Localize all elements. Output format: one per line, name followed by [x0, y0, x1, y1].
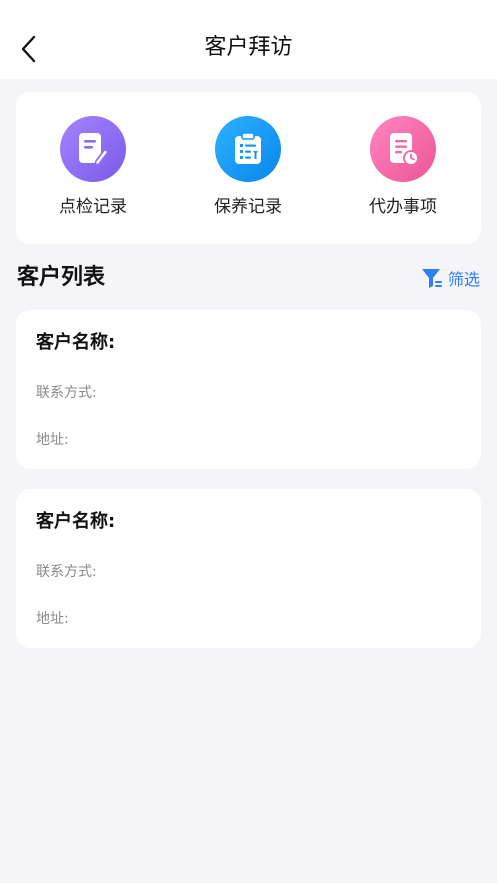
quick-action-maintenance-records[interactable]: 保养记录 [188, 116, 308, 219]
customer-name-label: 客户名称: [36, 511, 116, 532]
navigation-bar: 客户拜访 [0, 0, 497, 79]
customer-address-label: 地址: [36, 432, 69, 448]
filter-label: 筛选 [447, 270, 480, 289]
customer-address-label: 地址: [36, 611, 69, 627]
customer-list-title: 客户列表 [17, 265, 106, 290]
quick-action-inspection-records[interactable]: 点检记录 [33, 116, 153, 219]
quick-actions-card: 点检记录 保养记录 代办事项 [16, 92, 481, 244]
filter-button[interactable]: 筛选 [421, 265, 480, 291]
quick-action-label: 代办事项 [369, 197, 437, 217]
edit-document-icon [60, 116, 126, 182]
filter-icon [421, 269, 442, 288]
quick-action-label: 点检记录 [59, 197, 127, 217]
quick-action-todo-items[interactable]: 代办事项 [343, 116, 463, 219]
customer-contact-label: 联系方式: [36, 385, 97, 401]
clipboard-wrench-icon [215, 116, 281, 182]
customer-contact-label: 联系方式: [36, 564, 97, 580]
document-clock-icon [370, 116, 436, 182]
customer-card[interactable]: 客户名称: 联系方式: 地址: [16, 489, 481, 648]
customer-name-label: 客户名称: [36, 332, 116, 353]
page-title: 客户拜访 [204, 35, 293, 60]
quick-action-label: 保养记录 [214, 197, 282, 217]
customer-card[interactable]: 客户名称: 联系方式: 地址: [16, 310, 481, 469]
